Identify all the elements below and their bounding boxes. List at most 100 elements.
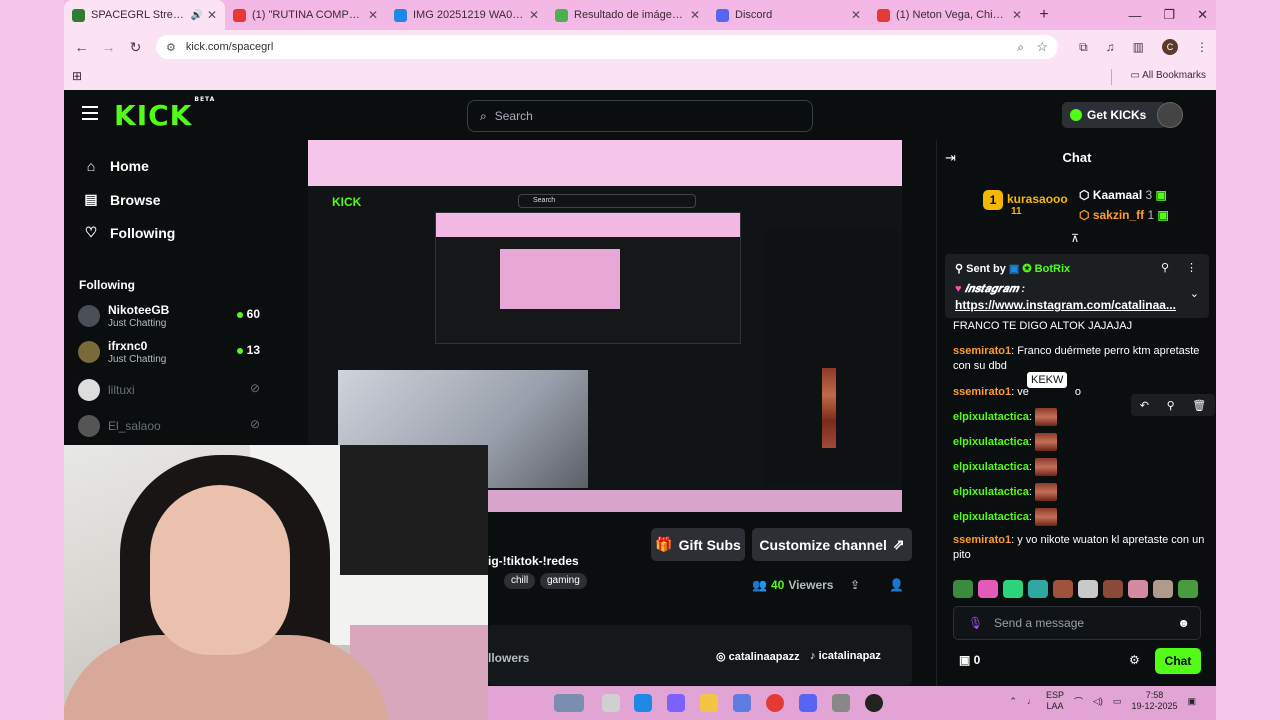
tag-gaming[interactable]: gaming — [540, 573, 587, 589]
clock[interactable]: 7:58 19-12-2025 — [1131, 690, 1177, 712]
chat-input[interactable]: 🎙 Send a message ☻ — [953, 606, 1201, 640]
chat-message[interactable]: ssemirato1: Franco duérmete perro ktm ap… — [953, 344, 1209, 374]
close-tab-icon[interactable]: ✕ — [207, 8, 217, 22]
chat-message[interactable]: elpixulatactica: — [953, 408, 1209, 426]
chat-message[interactable]: elpixulatactica: — [953, 483, 1209, 501]
tab-youtube-neton[interactable]: (1) Neton Vega, Chino Pac ✕ — [869, 0, 1030, 30]
kekw-emote-icon[interactable] — [1034, 483, 1057, 501]
cat2-emote-icon[interactable] — [1153, 580, 1173, 598]
profile-avatar[interactable]: C — [1162, 39, 1178, 55]
get-kicks-button[interactable]: Get KICKs — [1062, 102, 1166, 128]
task-view-icon[interactable] — [602, 694, 620, 712]
tab-image[interactable]: IMG 20251219 WA0016 ho ✕ — [386, 0, 547, 30]
chat-message[interactable]: elpixulatactica: — [953, 458, 1209, 476]
tab-discord[interactable]: Discord ✕ — [708, 0, 869, 30]
tag-chill[interactable]: chill — [504, 573, 536, 589]
cat-emote-icon[interactable] — [1078, 580, 1098, 598]
username[interactable]: elpixulatactica — [953, 511, 1029, 523]
forward-icon[interactable]: → — [95, 39, 122, 55]
tiktok-link[interactable]: ♪ icatalinapaz — [810, 650, 881, 662]
unpin-icon[interactable]: ⚲ — [1161, 261, 1169, 274]
battery-icon[interactable]: ▭ — [1113, 696, 1122, 707]
all-bookmarks[interactable]: ▭ All Bookmarks — [1130, 70, 1206, 81]
volume-icon[interactable]: ◁) — [1093, 696, 1103, 707]
pig-emote-icon[interactable] — [1128, 580, 1148, 598]
instagram-link[interactable]: ◎ catalinaapazz — [716, 650, 800, 663]
chat-message[interactable]: ssemirato1: y vo nikote wuaton kl apreta… — [953, 533, 1209, 563]
menu-kebab-icon[interactable]: ⋮ — [1196, 40, 1208, 54]
following-item-nikoteegb[interactable]: NikoteeGB Just Chatting 60 — [78, 301, 264, 331]
nav-browse[interactable]: ▤ Browse — [82, 191, 160, 208]
following-item-ifrxnc0[interactable]: ifrxnc0 Just Chatting 13 — [78, 337, 264, 367]
tab-google-images[interactable]: Resultado de imágenes de ✕ — [547, 0, 708, 30]
user-avatar[interactable] — [1157, 102, 1183, 128]
more-options-icon[interactable]: ⋮ — [1186, 261, 1197, 274]
wifi-icon[interactable]: ⌒ — [1074, 695, 1083, 708]
site-info-icon[interactable]: ⚙ — [166, 41, 176, 54]
pepe-emote-icon[interactable] — [1178, 580, 1198, 598]
kekw-emote-icon[interactable] — [1034, 458, 1057, 476]
username[interactable]: ssemirato1 — [953, 386, 1011, 398]
kekw-emote-icon[interactable] — [1053, 580, 1073, 598]
new-tab-button[interactable]: + — [1030, 6, 1058, 24]
dance-emote-icon[interactable] — [1003, 580, 1023, 598]
extensions-icon[interactable]: ⧉ — [1079, 40, 1088, 55]
customize-channel-button[interactable]: Customize channel ⇗ — [752, 528, 912, 561]
pinned-link[interactable]: https://www.instagram.com/catalinaa... — [955, 298, 1179, 312]
close-tab-icon[interactable]: ✕ — [368, 8, 378, 22]
chevron-up-icon[interactable]: ⌃ — [1009, 696, 1017, 707]
kekw-emote-icon[interactable] — [1034, 433, 1057, 451]
chat-message[interactable]: elpixulatactica: — [953, 508, 1209, 526]
pin-indicator-icon[interactable]: ⊼ — [1071, 232, 1079, 245]
discord-icon[interactable] — [799, 694, 817, 712]
nav-home[interactable]: ⌂ Home — [82, 158, 149, 174]
username[interactable]: elpixulatactica — [953, 486, 1029, 498]
username[interactable]: elpixulatactica — [953, 411, 1029, 423]
kick-logo[interactable]: KICK BETA — [114, 96, 215, 132]
send-chat-button[interactable]: Chat — [1155, 648, 1201, 674]
restore-icon[interactable]: ❐ — [1163, 7, 1175, 23]
chat-message[interactable]: FRANCO TE DIGO ALTOK JAJAJAJ — [953, 319, 1209, 334]
kekw-emote-icon[interactable] — [1034, 408, 1057, 426]
following-item-el-salaoo[interactable]: El_salaoo ⊘ — [78, 411, 264, 441]
address-bar[interactable]: ⚙ kick.com/spacegrl ⌕ ☆ — [156, 35, 1058, 59]
share-icon[interactable]: ⇪ — [850, 578, 860, 592]
pink-emote-icon[interactable] — [978, 580, 998, 598]
folder-icon[interactable] — [700, 694, 718, 712]
bookmark-star-icon[interactable]: ☆ — [1036, 39, 1048, 55]
leader-2[interactable]: ⬡ Kaamaal 3 ▣ — [1079, 188, 1167, 202]
mic-icon[interactable]: 🎙 — [968, 616, 983, 630]
gift-subs-button[interactable]: 🎁 Gift Subs — [651, 528, 745, 561]
sidepanel-icon[interactable]: ▥ — [1133, 40, 1144, 54]
following-item-liltuxi[interactable]: liltuxi ⊘ — [78, 375, 264, 405]
media-icon[interactable]: ♫ — [1106, 40, 1115, 54]
apps-grid-icon[interactable]: ⊞ — [72, 69, 82, 83]
close-tab-icon[interactable]: ✕ — [851, 8, 861, 22]
search-widget-icon[interactable] — [554, 694, 584, 712]
close-tab-icon[interactable]: ✕ — [690, 8, 700, 22]
settings-icon[interactable] — [832, 694, 850, 712]
reload-icon[interactable]: ↻ — [122, 39, 149, 56]
username[interactable]: elpixulatactica — [953, 461, 1029, 473]
close-window-icon[interactable]: ✕ — [1197, 7, 1208, 23]
follow-user-icon[interactable]: 👤 — [889, 578, 904, 592]
copilot-icon[interactable] — [667, 694, 685, 712]
leader-1[interactable]: 1 kurasaooo — [983, 190, 1068, 210]
leader-3[interactable]: ⬡ sakzin_ff 1 ▣ — [1079, 208, 1169, 222]
kicks-balance[interactable]: ▣ 0 — [959, 653, 980, 667]
nav-following[interactable]: ♡ Following — [82, 224, 176, 241]
store-icon[interactable] — [733, 694, 751, 712]
username[interactable]: ssemirato1 — [953, 345, 1011, 357]
tab-youtube-rutina[interactable]: (1) "RUTINA COMPLETA" ✕ — [225, 0, 386, 30]
chevron-down-icon[interactable]: ⌄ — [1190, 287, 1199, 300]
close-tab-icon[interactable]: ✕ — [1012, 8, 1022, 22]
tab-kick[interactable]: SPACEGRL Stream - Watch 🔊 ✕ — [64, 0, 225, 30]
kekw-emote-icon[interactable] — [1034, 508, 1057, 526]
zoom-icon[interactable]: ⌕ — [1017, 40, 1024, 55]
blob-emote-icon[interactable] — [1028, 580, 1048, 598]
search-input[interactable]: ⌕ Search — [467, 100, 813, 132]
close-tab-icon[interactable]: ✕ — [529, 8, 539, 22]
mic-icon[interactable]: ♩ — [1027, 696, 1036, 706]
chat-message[interactable]: elpixulatactica: — [953, 433, 1209, 451]
chat-settings-icon[interactable]: ⚙ — [1129, 653, 1140, 667]
